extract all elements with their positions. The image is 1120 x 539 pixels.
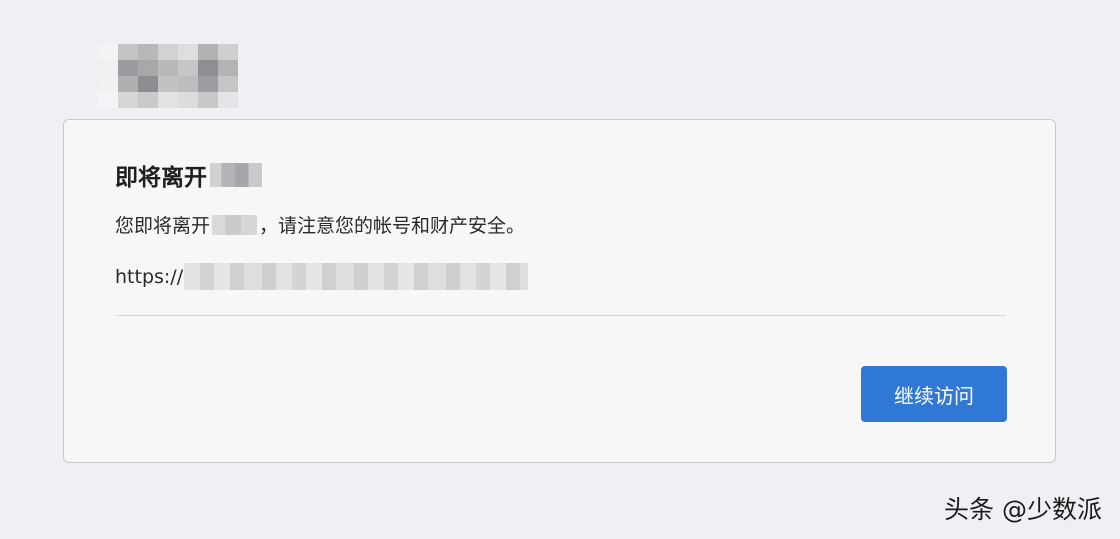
url-prefix: https:// <box>115 265 184 288</box>
watermark: 头条 @少数派 <box>944 495 1102 524</box>
divider <box>115 315 1006 316</box>
dialog-title: 即将离开 <box>115 158 262 192</box>
message-suffix: ，请注意您的帐号和财产安全。 <box>259 215 526 237</box>
destination-url: https:// <box>115 263 529 290</box>
redacted-site-name <box>210 163 262 187</box>
continue-visit-button[interactable]: 继续访问 <box>861 366 1007 422</box>
message-prefix: 您即将离开 <box>115 215 211 237</box>
leave-site-dialog: 即将离开 您即将离开 ，请注意您的帐号和财产安全。 https:// 继续访问 <box>63 119 1056 463</box>
redacted-url <box>184 263 529 290</box>
dialog-title-text: 即将离开 <box>115 165 207 191</box>
dialog-message: 您即将离开 ，请注意您的帐号和财产安全。 <box>115 211 525 238</box>
redacted-site-name-inline <box>212 214 258 235</box>
site-logo-blurred <box>98 44 238 108</box>
